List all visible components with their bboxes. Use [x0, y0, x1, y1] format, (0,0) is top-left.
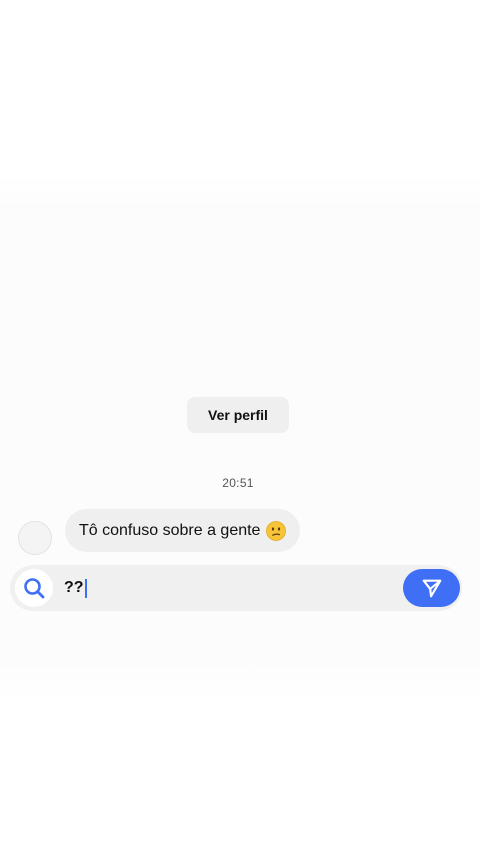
message-input[interactable]: ??: [64, 578, 87, 598]
text-caret: [84, 578, 87, 598]
send-icon: [422, 579, 441, 598]
chat-screen: Ver perfil 20:51 Tô confuso sobre a gent…: [0, 0, 480, 854]
message-composer: ??: [10, 565, 462, 611]
view-profile-label: Ver perfil: [208, 407, 268, 423]
message-text: Tô confuso sobre a gente: [79, 521, 261, 539]
send-button[interactable]: [403, 569, 460, 607]
message-input-value: ??: [64, 579, 84, 596]
avatar-placeholder-icon: [19, 522, 51, 554]
message-bubble[interactable]: Tô confuso sobre a gente: [65, 509, 301, 552]
view-profile-button[interactable]: Ver perfil: [187, 397, 289, 433]
message-timestamp: 20:51: [222, 476, 254, 490]
search-button[interactable]: [15, 569, 53, 607]
avatar[interactable]: [18, 521, 52, 555]
search-icon: [24, 578, 45, 599]
confused-face-icon: [266, 520, 287, 541]
